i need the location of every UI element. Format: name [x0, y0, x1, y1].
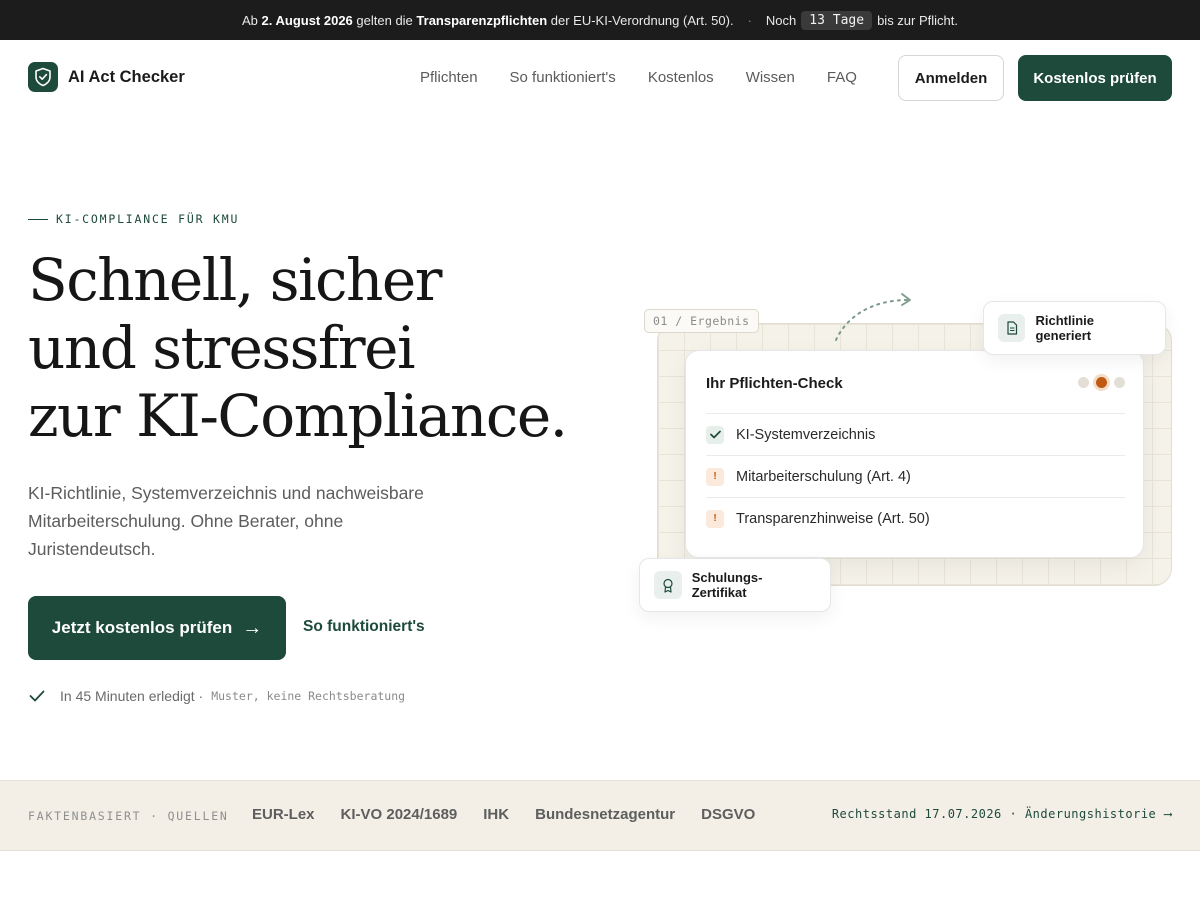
check-row-label: Transparenzhinweise (Art. 50): [736, 510, 930, 527]
check-row: ! Mitarbeiterschulung (Art. 4): [706, 455, 1125, 497]
dotted-arrow-icon: [835, 293, 911, 341]
source-item: EUR-Lex: [252, 806, 315, 823]
primary-cta-button[interactable]: Jetzt kostenlos prüfen →: [28, 596, 286, 660]
countdown-badge: 13 Tage: [801, 10, 873, 30]
note-disclaimer: Muster, keine Rechtsberatung: [211, 689, 406, 703]
sources-list: EUR-Lex KI-VO 2024/1689 IHK Bundesnetzag…: [252, 806, 755, 823]
sources-label: FAKTENBASIERT · QUELLEN: [28, 809, 229, 823]
header-cta-button[interactable]: Kostenlos prüfen: [1018, 55, 1172, 101]
check-icon: [706, 425, 724, 444]
hero-headline: Schnell, sicher und stressfrei zur KI-Co…: [28, 246, 568, 450]
source-item: Bundesnetzagentur: [535, 806, 676, 823]
document-icon: [998, 314, 1026, 342]
arrow-right-icon: →: [242, 616, 263, 639]
award-icon: [654, 571, 682, 599]
announcement-suffix: der EU-KI-Verordnung (Art. 50).: [547, 12, 734, 28]
result-tag: 01 / Ergebnis: [644, 309, 759, 333]
countdown-prefix: Noch: [765, 12, 797, 28]
check-list: KI-Systemverzeichnis ! Mitarbeiterschulu…: [706, 413, 1125, 539]
main-nav: Pflichten So funktioniert's Kostenlos Wi…: [420, 69, 857, 86]
hero-eyebrow: KI-COMPLIANCE FÜR KMU: [28, 212, 239, 226]
check-row-label: KI-Systemverzeichnis: [736, 426, 876, 443]
arrow-right-icon: ⟶: [1164, 807, 1172, 821]
step-dot: [1078, 377, 1089, 388]
nav-item-so-funktionierts[interactable]: So funktioniert's: [510, 69, 616, 86]
source-item: DSGVO: [701, 806, 756, 823]
headline-line-2: und stressfrei: [28, 314, 415, 382]
announcement-separator: ·: [747, 12, 752, 28]
step-dot-active: [1096, 377, 1107, 388]
check-row-label: Mitarbeiterschulung (Art. 4): [736, 468, 911, 485]
login-button[interactable]: Anmelden: [898, 55, 1004, 101]
nav-item-pflichten[interactable]: Pflichten: [420, 69, 478, 86]
legal-status-link[interactable]: Rechtsstand 17.07.2026 · Änderungshistor…: [832, 807, 1172, 821]
headline-line-3: zur KI-Compliance.: [28, 382, 568, 450]
announcement-prefix: Ab: [242, 12, 262, 28]
certificate-chip: Schulungs-Zertifikat: [639, 558, 831, 612]
nav-item-kostenlos[interactable]: Kostenlos: [648, 69, 714, 86]
logo-link[interactable]: AI Act Checker: [28, 62, 185, 92]
pflichten-check-card: Ihr Pflichten-Check KI-Systemverzeichnis…: [685, 350, 1144, 558]
source-item: IHK: [483, 806, 510, 823]
announcement-middle: gelten die: [352, 12, 417, 28]
check-row: ! Transparenzhinweise (Art. 50): [706, 497, 1125, 539]
policy-chip-label: Richtlinie generiert: [1035, 313, 1094, 343]
exclamation-icon: !: [706, 467, 724, 486]
legal-status-text: Rechtsstand 17.07.2026 · Änderungshistor…: [831, 807, 1157, 821]
nav-item-faq[interactable]: FAQ: [827, 69, 857, 86]
secondary-cta-link[interactable]: So funktioniert's: [303, 618, 425, 636]
duty-name: Transparenzpflichten: [416, 12, 548, 28]
logo-text: AI Act Checker: [68, 67, 185, 86]
eyebrow-text: KI-COMPLIANCE FÜR KMU: [56, 212, 240, 226]
source-item: KI-VO 2024/1689: [340, 806, 458, 823]
nav-item-wissen[interactable]: Wissen: [746, 69, 795, 86]
step-dot: [1114, 377, 1125, 388]
sources-band: FAKTENBASIERT · QUELLEN EUR-Lex KI-VO 20…: [0, 780, 1200, 851]
certificate-chip-label: Schulungs-Zertifikat: [691, 570, 763, 600]
step-indicator: [1078, 377, 1125, 388]
announcement-text: Ab 2. August 2026 gelten die Transparenz…: [242, 13, 734, 28]
deadline-date: 2. August 2026: [261, 12, 353, 28]
primary-cta-label: Jetzt kostenlos prüfen: [51, 618, 233, 637]
policy-generated-chip: Richtlinie generiert: [983, 301, 1166, 355]
exclamation-icon: !: [706, 509, 724, 528]
hero-note: In 45 Minuten erledigt · Muster, keine R…: [28, 687, 405, 705]
card-title: Ihr Pflichten-Check: [706, 375, 843, 392]
countdown-suffix: bis zur Pflicht.: [877, 12, 958, 28]
hero-subtext: KI-Richtlinie, Systemverzeichnis und nac…: [28, 483, 424, 559]
site-header: AI Act Checker Pflichten So funktioniert…: [0, 40, 1200, 116]
eyebrow-rule: [28, 218, 48, 220]
check-icon: [28, 687, 46, 705]
announcement-bar: Ab 2. August 2026 gelten die Transparenz…: [0, 0, 1200, 40]
headline-line-1: Schnell, sicher: [28, 246, 442, 314]
shield-check-icon: [28, 62, 58, 92]
check-row: KI-Systemverzeichnis: [706, 413, 1125, 455]
note-text: In 45 Minuten erledigt ·: [60, 688, 204, 704]
